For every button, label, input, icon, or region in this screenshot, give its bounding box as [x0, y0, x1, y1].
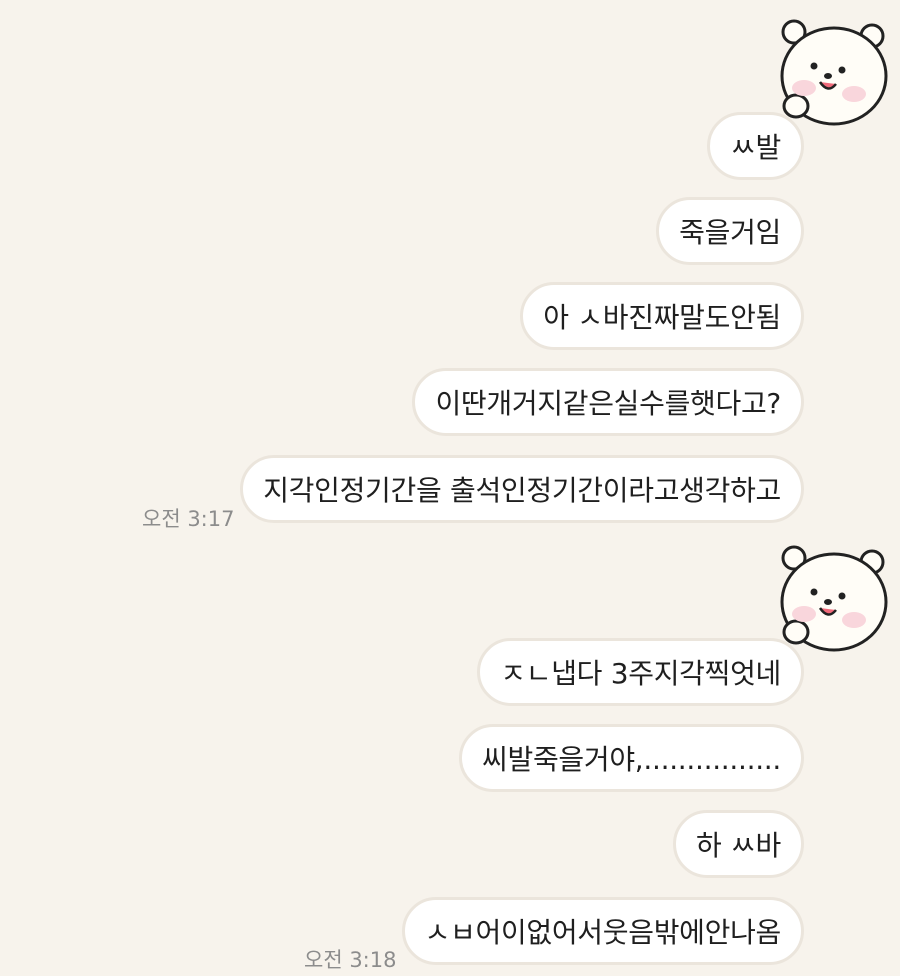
message-bubble[interactable]: ㅅㅂ어이없어서웃음밖에안나옴 — [401, 897, 804, 965]
message-text: 이딴개거지같은실수를햇다고? — [435, 387, 781, 420]
bear-avatar-icon[interactable] — [770, 14, 898, 132]
bear-avatar-icon[interactable] — [770, 540, 898, 658]
message-timestamp: 오전 3:18 — [304, 948, 397, 972]
message-text: 씨발죽을거야,................ — [482, 743, 781, 776]
message-bubble[interactable]: ㅆ발 — [707, 112, 804, 180]
message-bubble[interactable]: 지각인정기간을 출석인정기간이라고생각하고 — [240, 455, 804, 523]
message-text: ㅅㅂ어이없어서웃음밖에안나옴 — [424, 916, 782, 949]
message-timestamp: 오전 3:17 — [142, 507, 235, 531]
message-bubble[interactable]: 씨발죽을거야,................ — [459, 724, 804, 792]
chat-screen: ㅆ발 죽을거임 아 ㅅ바진짜말도안됨 이딴개거지같은실수를햇다고? 지각인정기간… — [0, 0, 900, 976]
message-bubble[interactable]: 하 ㅆ바 — [673, 810, 804, 878]
message-bubble[interactable]: 아 ㅅ바진짜말도안됨 — [520, 282, 804, 350]
message-text: 아 ㅅ바진짜말도안됨 — [543, 301, 781, 334]
message-text: ㅆ발 — [730, 131, 781, 164]
message-text: 하 ㅆ바 — [696, 829, 781, 862]
message-text: 지각인정기간을 출석인정기간이라고생각하고 — [263, 474, 781, 507]
message-text: ㅈㄴ냅다 3주지각찍엇네 — [500, 657, 781, 690]
message-bubble[interactable]: 죽을거임 — [656, 197, 804, 265]
message-bubble[interactable]: 이딴개거지같은실수를햇다고? — [412, 368, 804, 436]
message-bubble[interactable]: ㅈㄴ냅다 3주지각찍엇네 — [477, 638, 804, 706]
message-text: 죽을거임 — [679, 216, 781, 249]
